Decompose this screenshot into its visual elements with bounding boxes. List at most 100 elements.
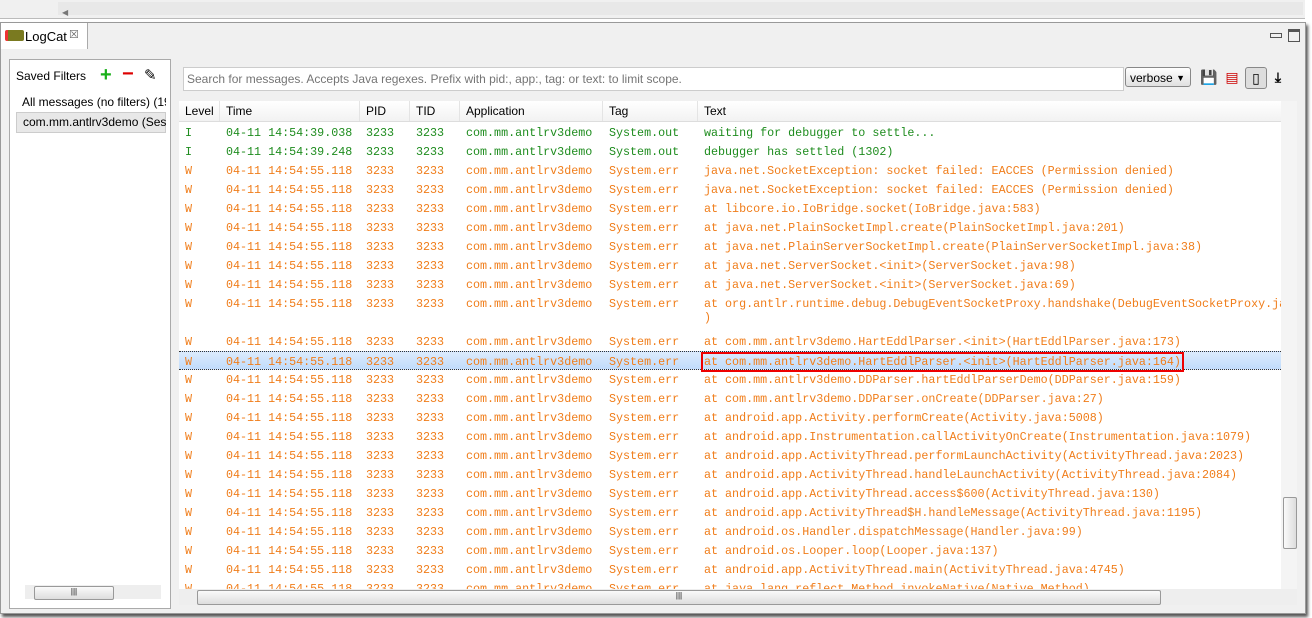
- table-row[interactable]: W 04-11 14:54:55.118 3233 3233 com.mm.antlrv…: [179, 294, 1281, 332]
- cell-level: W: [185, 355, 193, 369]
- cell-tid: 3233: [416, 259, 445, 273]
- cell-pid: 3233: [366, 411, 395, 425]
- table-row[interactable]: I 04-11 14:54:39.248 3233 3233 com.mm.antlrv…: [179, 142, 1281, 161]
- table-row[interactable]: W 04-11 14:54:55.118 3233 3233 com.mm.antlrv…: [179, 408, 1281, 427]
- cell-text: at android.app.Activity.performCreate(Ac…: [704, 411, 1104, 425]
- cell-tag: System.err: [609, 525, 680, 539]
- edit-filter-icon[interactable]: ✎: [144, 66, 157, 84]
- cell-tid: 3233: [416, 278, 445, 292]
- cell-pid: 3233: [366, 278, 395, 292]
- cell-tag: System.err: [609, 582, 680, 589]
- table-row[interactable]: W 04-11 14:54:55.118 3233 3233 com.mm.antlrv…: [179, 389, 1281, 408]
- cell-time: 04-11 14:54:55.118: [226, 278, 353, 292]
- table-row[interactable]: W 04-11 14:54:55.118 3233 3233 com.mm.antlrv…: [179, 332, 1281, 351]
- table-row[interactable]: W 04-11 14:54:55.118 3233 3233 com.mm.antlrv…: [179, 351, 1281, 372]
- maximize-button[interactable]: [1288, 29, 1300, 42]
- cell-tag: System.err: [609, 373, 680, 387]
- column-time[interactable]: Time: [219, 101, 252, 121]
- table-row[interactable]: W 04-11 14:54:55.118 3233 3233 com.mm.antlrv…: [179, 446, 1281, 465]
- log-level-select[interactable]: verbose ▼: [1125, 67, 1191, 87]
- cell-pid: 3233: [366, 221, 395, 235]
- cell-pid: 3233: [366, 126, 395, 140]
- table-row[interactable]: W 04-11 14:54:55.118 3233 3233 com.mm.antlrv…: [179, 256, 1281, 275]
- table-row[interactable]: W 04-11 14:54:55.118 3233 3233 com.mm.antlrv…: [179, 503, 1281, 522]
- cell-text: at android.os.Handler.dispatchMessage(Ha…: [704, 525, 1083, 539]
- cell-level: W: [185, 259, 193, 273]
- cell-tag: System.out: [609, 145, 680, 159]
- cell-tid: 3233: [416, 373, 445, 387]
- column-level[interactable]: Level: [179, 101, 214, 121]
- table-row[interactable]: W 04-11 14:54:55.118 3233 3233 com.mm.antlrv…: [179, 237, 1281, 256]
- table-row[interactable]: I 04-11 14:54:39.038 3233 3233 com.mm.antlrv…: [179, 123, 1281, 142]
- column-tag[interactable]: Tag: [602, 101, 628, 121]
- tab-logcat[interactable]: LogCat ☒: [1, 23, 88, 49]
- cell-text: at com.mm.antlrv3demo.HartEddlParser.<in…: [704, 335, 1181, 349]
- cell-level: I: [185, 126, 193, 140]
- cell-pid: 3233: [366, 373, 395, 387]
- table-row[interactable]: W 04-11 14:54:55.118 3233 3233 com.mm.antlrv…: [179, 560, 1281, 579]
- cell-level: W: [185, 487, 193, 501]
- table-row[interactable]: W 04-11 14:54:55.118 3233 3233 com.mm.antlrv…: [179, 199, 1281, 218]
- add-filter-icon[interactable]: +: [100, 64, 112, 87]
- cell-tid: 3233: [416, 525, 445, 539]
- cell-tid: 3233: [416, 164, 445, 178]
- cell-tid: 3233: [416, 221, 445, 235]
- cell-tid: 3233: [416, 392, 445, 406]
- cell-application: com.mm.antlrv3demo: [466, 297, 593, 311]
- cell-time: 04-11 14:54:55.118: [226, 582, 353, 589]
- horizontal-scroll-thumb[interactable]: |||: [197, 590, 1161, 605]
- cell-level: W: [185, 373, 193, 387]
- table-row[interactable]: W 04-11 14:54:55.118 3233 3233 com.mm.antlrv…: [179, 161, 1281, 180]
- cell-tag: System.err: [609, 506, 680, 520]
- cell-level: W: [185, 183, 193, 197]
- cell-tid: 3233: [416, 240, 445, 254]
- column-pid[interactable]: PID: [359, 101, 386, 121]
- saved-filters-title: Saved Filters: [16, 69, 87, 83]
- column-application[interactable]: Application: [459, 101, 525, 121]
- cell-level: W: [185, 411, 193, 425]
- table-row[interactable]: W 04-11 14:54:55.118 3233 3233 com.mm.antlrv…: [179, 541, 1281, 560]
- table-row[interactable]: W 04-11 14:54:55.118 3233 3233 com.mm.antlrv…: [179, 484, 1281, 503]
- cell-pid: 3233: [366, 202, 395, 216]
- cell-time: 04-11 14:54:55.118: [226, 392, 353, 406]
- cell-text: at org.antlr.runtime.debug.DebugEventSoc…: [704, 297, 1281, 325]
- cell-tid: 3233: [416, 145, 445, 159]
- table-row[interactable]: W 04-11 14:54:55.118 3233 3233 com.mm.antlrv…: [179, 275, 1281, 294]
- filters-scroll-thumb[interactable]: |||: [34, 586, 114, 600]
- toggle-filters-panel-icon[interactable]: ▯: [1245, 67, 1267, 89]
- column-text[interactable]: Text: [697, 101, 726, 121]
- vertical-scroll-thumb[interactable]: [1283, 497, 1297, 549]
- scroll-lock-icon[interactable]: ⤓: [1268, 67, 1288, 87]
- logcat-view: LogCat ☒ Saved Filters + − ✎ All message…: [0, 22, 1306, 614]
- cell-application: com.mm.antlrv3demo: [466, 392, 593, 406]
- close-icon[interactable]: ☒: [69, 28, 79, 41]
- filter-item-app[interactable]: com.mm.antlrv3demo (Ses: [16, 112, 166, 133]
- table-row[interactable]: W 04-11 14:54:55.118 3233 3233 com.mm.antlrv…: [179, 370, 1281, 389]
- cell-tag: System.err: [609, 202, 680, 216]
- cell-level: W: [185, 506, 193, 520]
- remove-filter-icon[interactable]: −: [122, 63, 134, 86]
- table-row[interactable]: W 04-11 14:54:55.118 3233 3233 com.mm.antlrv…: [179, 579, 1281, 589]
- table-row[interactable]: W 04-11 14:54:55.118 3233 3233 com.mm.antlrv…: [179, 218, 1281, 237]
- save-icon[interactable]: 💾: [1199, 67, 1219, 87]
- minimize-button[interactable]: [1270, 33, 1282, 38]
- table-row[interactable]: W 04-11 14:54:55.118 3233 3233 com.mm.antlrv…: [179, 465, 1281, 484]
- search-input[interactable]: [183, 67, 1124, 91]
- clear-log-icon[interactable]: ▤: [1222, 67, 1242, 87]
- log-table: Level Time PID TID Application Tag Text …: [179, 101, 1281, 589]
- filter-item-all[interactable]: All messages (no filters) (19: [16, 93, 166, 112]
- cell-tag: System.err: [609, 544, 680, 558]
- cell-pid: 3233: [366, 335, 395, 349]
- table-row[interactable]: W 04-11 14:54:55.118 3233 3233 com.mm.antlrv…: [179, 522, 1281, 541]
- top-horizontal-scrollbar[interactable]: ◀: [58, 2, 1303, 17]
- cell-pid: 3233: [366, 240, 395, 254]
- table-row[interactable]: W 04-11 14:54:55.118 3233 3233 com.mm.antlrv…: [179, 180, 1281, 199]
- cell-application: com.mm.antlrv3demo: [466, 278, 593, 292]
- cell-tag: System.err: [609, 355, 680, 369]
- cell-tag: System.err: [609, 468, 680, 482]
- cell-tag: System.err: [609, 183, 680, 197]
- cell-pid: 3233: [366, 259, 395, 273]
- table-row[interactable]: W 04-11 14:54:55.118 3233 3233 com.mm.antlrv…: [179, 427, 1281, 446]
- column-tid[interactable]: TID: [409, 101, 435, 121]
- cell-time: 04-11 14:54:55.118: [226, 525, 353, 539]
